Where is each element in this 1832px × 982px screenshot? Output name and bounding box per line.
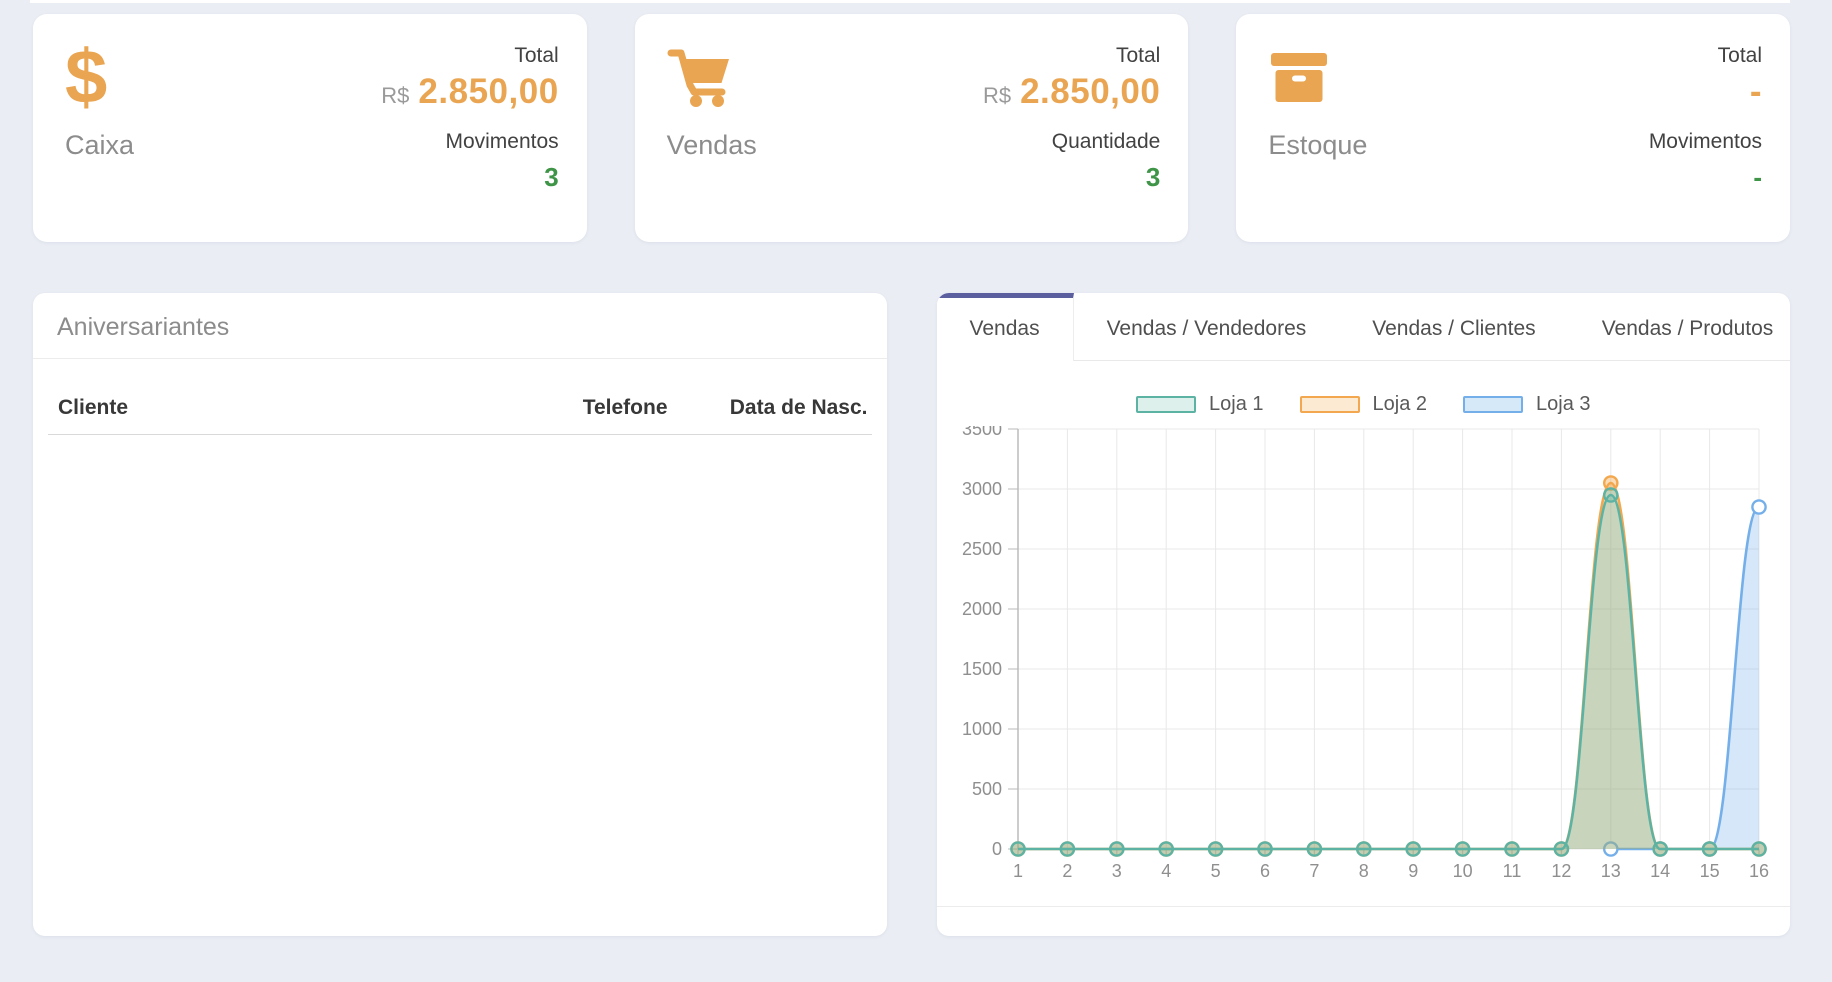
svg-text:12: 12 — [1551, 861, 1571, 881]
legend-label: Loja 1 — [1209, 393, 1264, 416]
legend-swatch-loja2 — [1300, 396, 1360, 413]
stat-total-value: 2.850,00 — [418, 72, 558, 112]
legend-item-loja2[interactable]: Loja 2 — [1300, 393, 1428, 416]
vendas-card-left: Vendas — [663, 38, 757, 218]
stat-movements-label: Movimentos — [445, 130, 558, 154]
svg-text:8: 8 — [1358, 861, 1368, 881]
svg-text:2: 2 — [1062, 861, 1072, 881]
col-cliente: Cliente — [58, 396, 518, 420]
svg-text:6: 6 — [1259, 861, 1269, 881]
svg-text:3500: 3500 — [961, 426, 1001, 439]
panel-title: Aniversariantes — [33, 293, 887, 359]
stat-total-row: R$ 2.850,00 — [381, 72, 558, 116]
sales-panel-footer — [937, 906, 1791, 936]
svg-text:2000: 2000 — [961, 599, 1001, 619]
currency-prefix: R$ — [983, 83, 1011, 109]
legend-item-loja3[interactable]: Loja 3 — [1463, 393, 1591, 416]
stat-total-label: Total — [1718, 44, 1762, 68]
stat-movements-value: - — [1753, 162, 1762, 193]
svg-text:16: 16 — [1748, 861, 1768, 881]
col-data-nasc: Data de Nasc. — [668, 396, 868, 420]
birthdays-panel: Aniversariantes Cliente Telefone Data de… — [33, 293, 887, 936]
stat-movements-label: Movimentos — [1649, 130, 1762, 154]
svg-text:10: 10 — [1452, 861, 1472, 881]
svg-text:4: 4 — [1161, 861, 1171, 881]
svg-text:15: 15 — [1699, 861, 1719, 881]
stat-total-value: - — [1750, 72, 1762, 112]
main-row: Aniversariantes Cliente Telefone Data de… — [33, 293, 1790, 936]
svg-text:3: 3 — [1111, 861, 1121, 881]
svg-text:11: 11 — [1502, 861, 1521, 881]
cart-icon — [667, 38, 757, 118]
caixa-card-stats: Total R$ 2.850,00 Movimentos 3 — [381, 38, 558, 218]
svg-text:13: 13 — [1600, 861, 1620, 881]
svg-text:3000: 3000 — [961, 479, 1001, 499]
svg-text:5: 5 — [1210, 861, 1220, 881]
stat-quantity-value: 3 — [1146, 162, 1160, 193]
legend-label: Loja 3 — [1536, 393, 1591, 416]
svg-text:14: 14 — [1650, 861, 1670, 881]
caixa-card-left: $ Caixa — [61, 38, 134, 218]
tab-vendas-vendedores[interactable]: Vendas / Vendedores — [1074, 293, 1340, 360]
caixa-card: $ Caixa Total R$ 2.850,00 Movimentos 3 — [33, 14, 587, 242]
legend-item-loja1[interactable]: Loja 1 — [1136, 393, 1264, 416]
dollar-icon: $ — [65, 38, 134, 118]
estoque-card-stats: Total - Movimentos - — [1649, 38, 1762, 218]
svg-text:1: 1 — [1012, 861, 1022, 881]
birthdays-table-body — [33, 435, 887, 936]
estoque-card-left: Estoque — [1264, 38, 1367, 218]
tab-vendas-clientes[interactable]: Vendas / Clientes — [1339, 293, 1568, 360]
top-divider — [30, 0, 1790, 3]
dollar-glyph: $ — [65, 42, 107, 114]
svg-text:500: 500 — [971, 779, 1001, 799]
legend-swatch-loja1 — [1136, 396, 1196, 413]
card-title: Estoque — [1268, 130, 1367, 161]
birthdays-table-header: Cliente Telefone Data de Nasc. — [48, 359, 872, 435]
card-title: Vendas — [667, 130, 757, 161]
stat-total-row: - — [1750, 72, 1762, 116]
tab-vendas-produtos[interactable]: Vendas / Produtos — [1569, 293, 1790, 360]
legend-swatch-loja3 — [1463, 396, 1523, 413]
vendas-card: Vendas Total R$ 2.850,00 Quantidade 3 — [635, 14, 1189, 242]
box-icon — [1268, 38, 1367, 118]
vendas-card-stats: Total R$ 2.850,00 Quantidade 3 — [983, 38, 1160, 218]
tab-vendas[interactable]: Vendas — [937, 293, 1074, 361]
col-telefone: Telefone — [518, 396, 668, 420]
stat-quantity-label: Quantidade — [1052, 130, 1161, 154]
card-title: Caixa — [65, 130, 134, 161]
svg-text:7: 7 — [1309, 861, 1319, 881]
currency-prefix: R$ — [381, 83, 409, 109]
svg-text:9: 9 — [1408, 861, 1418, 881]
stat-total-label: Total — [1116, 44, 1160, 68]
sales-chart: 0500100015002000250030003500123456789101… — [937, 426, 1790, 896]
stat-movements-value: 3 — [544, 162, 558, 193]
svg-text:0: 0 — [991, 839, 1001, 859]
stat-total-label: Total — [514, 44, 558, 68]
estoque-card: Estoque Total - Movimentos - — [1236, 14, 1790, 242]
sales-panel: Vendas Vendas / Vendedores Vendas / Clie… — [937, 293, 1791, 936]
svg-text:1000: 1000 — [961, 719, 1001, 739]
svg-text:1500: 1500 — [961, 659, 1001, 679]
legend-label: Loja 2 — [1373, 393, 1428, 416]
stat-cards-row: $ Caixa Total R$ 2.850,00 Movimentos 3 — [33, 14, 1790, 242]
chart-legend: Loja 1 Loja 2 Loja 3 — [937, 393, 1791, 416]
svg-text:2500: 2500 — [961, 539, 1001, 559]
sales-tabs: Vendas Vendas / Vendedores Vendas / Clie… — [937, 293, 1791, 361]
stat-total-value: 2.850,00 — [1020, 72, 1160, 112]
stat-total-row: R$ 2.850,00 — [983, 72, 1160, 116]
